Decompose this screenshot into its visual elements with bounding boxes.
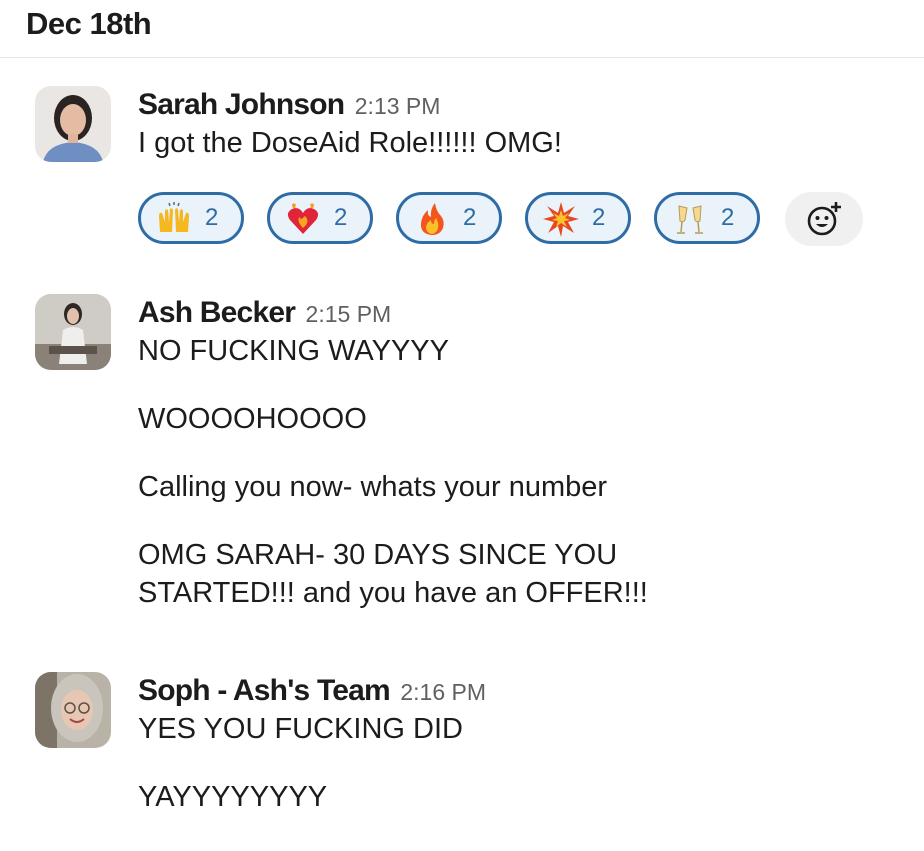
add-reaction-button[interactable] xyxy=(785,192,863,246)
reaction-count: 2 xyxy=(205,204,219,231)
ash-becker-avatar[interactable] xyxy=(35,294,111,370)
fire-emoji xyxy=(420,203,444,235)
message-text: I got the DoseAid Role!!!!!! OMG! xyxy=(138,127,562,159)
message-sarah-johnson: Sarah Johnson 2:13 PM I got the DoseAid … xyxy=(0,86,924,266)
message-body: Sarah Johnson 2:13 PM I got the DoseAid … xyxy=(138,86,908,162)
message-text: NO FUCKING WAYYYY xyxy=(138,335,449,367)
timestamp[interactable]: 2:13 PM xyxy=(355,93,441,119)
message-header: Ash Becker 2:15 PM xyxy=(138,294,908,332)
reaction-count: 2 xyxy=(334,204,348,231)
reaction-raised-hands[interactable]: 2 xyxy=(138,192,244,244)
timestamp[interactable]: 2:16 PM xyxy=(400,679,486,705)
collision-emoji xyxy=(543,202,579,237)
message-header: Soph - Ash's Team 2:16 PM xyxy=(138,672,908,710)
message-text: YAYYYYYYYY xyxy=(138,781,328,813)
date-header: Dec 18th xyxy=(26,6,152,41)
message-text: OMG SARAH- 30 DAYS SINCE YOU xyxy=(138,539,618,571)
message-body: Soph - Ash's Team 2:16 PM YES YOU FUCKIN… xyxy=(138,672,908,816)
sender-name[interactable]: Soph - Ash's Team xyxy=(138,674,391,707)
message-text: WOOOOHOOOO xyxy=(138,403,367,435)
clinking-glasses-emoji xyxy=(677,205,703,234)
add-reaction-icon xyxy=(807,202,841,236)
message-body: Ash Becker 2:15 PM NO FUCKING WAYYYY WOO… xyxy=(138,294,908,612)
reaction-clinking-glasses[interactable]: 2 xyxy=(654,192,760,244)
reaction-collision[interactable]: 2 xyxy=(525,192,631,244)
soph-avatar[interactable] xyxy=(35,672,111,748)
heart-on-fire-emoji xyxy=(287,203,319,234)
sender-name[interactable]: Sarah Johnson xyxy=(138,88,345,121)
reaction-heart-on-fire[interactable]: 2 xyxy=(267,192,373,244)
reaction-count: 2 xyxy=(592,204,606,231)
sender-name[interactable]: Ash Becker xyxy=(138,296,296,329)
message-text: STARTED!!! and you have an OFFER!!! xyxy=(138,577,648,609)
reaction-count: 2 xyxy=(721,204,735,231)
message-soph: Soph - Ash's Team 2:16 PM YES YOU FUCKIN… xyxy=(0,672,924,842)
date-divider xyxy=(0,57,924,58)
reaction-fire[interactable]: 2 xyxy=(396,192,502,244)
message-ash-becker: Ash Becker 2:15 PM NO FUCKING WAYYYY WOO… xyxy=(0,294,924,640)
message-text: YES YOU FUCKING DID xyxy=(138,713,463,745)
reaction-count: 2 xyxy=(463,204,477,231)
sarah-johnson-avatar[interactable] xyxy=(35,86,111,162)
message-header: Sarah Johnson 2:13 PM xyxy=(138,86,908,124)
message-text: Calling you now- whats your number xyxy=(138,471,608,503)
raised-hands-emoji xyxy=(159,202,189,232)
timestamp[interactable]: 2:15 PM xyxy=(306,301,392,327)
